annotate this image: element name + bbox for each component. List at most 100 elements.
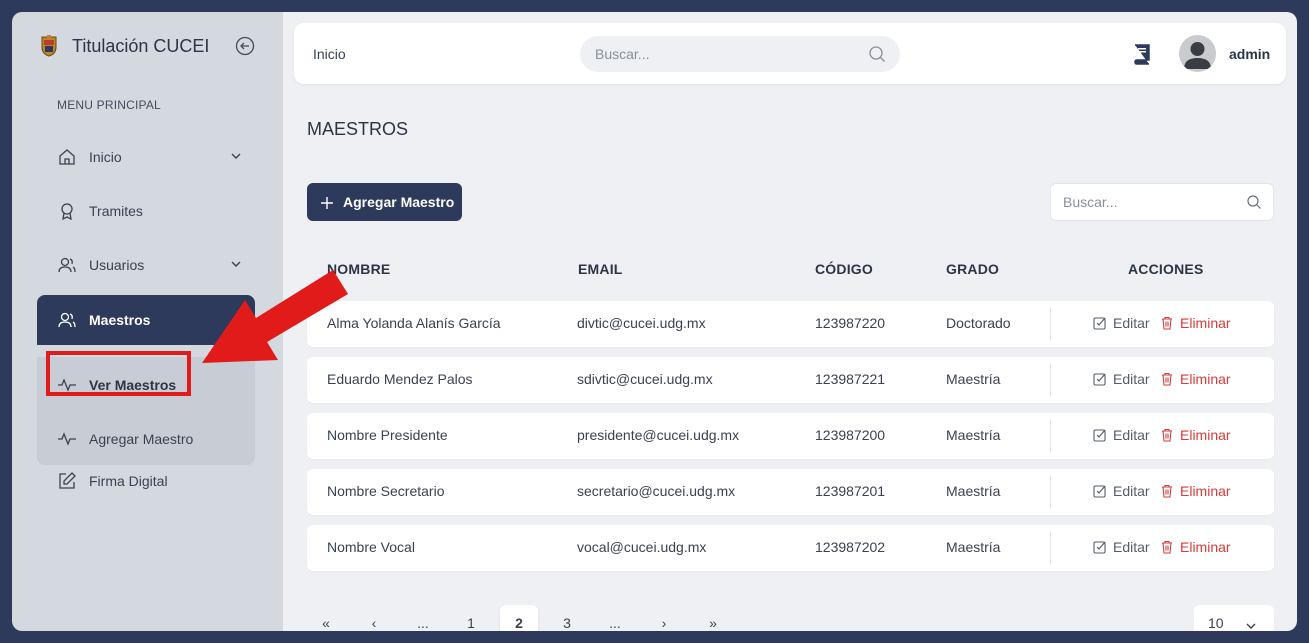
- edit-icon: [1093, 541, 1106, 554]
- trash-icon: [1162, 484, 1172, 498]
- trash-icon: [1162, 540, 1172, 554]
- edit-icon: [1093, 317, 1106, 330]
- ellipsis-left: ...: [417, 615, 429, 631]
- trash-icon: [1162, 372, 1172, 386]
- chevron-down-icon: [229, 149, 243, 163]
- cell-codigo: 123987221: [815, 371, 886, 387]
- book-icon[interactable]: [1132, 43, 1152, 65]
- add-maestro-label: Agregar Maestro: [343, 194, 455, 210]
- divider: [1050, 308, 1051, 340]
- divider: [1050, 476, 1051, 508]
- award-icon: [57, 201, 77, 221]
- cell-codigo: 123987202: [815, 539, 886, 555]
- page-title: MAESTROS: [307, 119, 409, 139]
- trash-icon: [1162, 316, 1172, 330]
- table-row: Alma Yolanda Alanís García divtic@cucei.…: [307, 301, 1274, 347]
- submenu-item-label: Agregar Maestro: [89, 431, 194, 447]
- ellipsis-right: ...: [609, 615, 621, 631]
- sidebar-item-label: Firma Digital: [89, 473, 168, 489]
- cell-grado: Maestría: [946, 371, 1001, 387]
- divider: [1050, 420, 1051, 452]
- brand[interactable]: Titulación CUCEI: [40, 35, 209, 57]
- table-search-input[interactable]: [1050, 183, 1274, 221]
- sidebar-item-tramites[interactable]: Tramites: [37, 186, 255, 236]
- column-header-codigo: CÓDIGO: [815, 261, 873, 277]
- chevron-down-icon: [1244, 619, 1258, 631]
- edit-icon: [1093, 485, 1106, 498]
- brand-title: Titulación CUCEI: [72, 35, 210, 56]
- users-icon: [57, 255, 77, 275]
- delete-button[interactable]: Eliminar: [1160, 427, 1231, 443]
- edit-button[interactable]: Editar: [1093, 539, 1150, 555]
- username[interactable]: admin: [1229, 46, 1270, 62]
- section-label: MENU PRINCIPAL: [57, 98, 161, 112]
- table-row: Nombre Secretario secretario@cucei.udg.m…: [307, 469, 1274, 515]
- cell-codigo: 123987201: [815, 483, 886, 499]
- table-row: Nombre Presidente presidente@cucei.udg.m…: [307, 413, 1274, 459]
- column-header-email: EMAIL: [578, 261, 623, 277]
- collapse-sidebar-icon[interactable]: [235, 36, 255, 56]
- delete-button[interactable]: Eliminar: [1160, 539, 1231, 555]
- edit-document-icon: [57, 471, 77, 491]
- search-icon[interactable]: [868, 45, 886, 63]
- add-maestro-button[interactable]: Agregar Maestro: [307, 183, 462, 221]
- home-icon: [57, 147, 77, 167]
- users-icon: [57, 310, 77, 330]
- prev-page-button[interactable]: ‹: [355, 605, 393, 631]
- trash-icon: [1162, 428, 1172, 442]
- sidebar-item-label: Inicio: [89, 149, 122, 165]
- main-content: Inicio admin MAESTROS Agregar Maestro NO…: [283, 12, 1297, 631]
- per-page-select[interactable]: 10: [1194, 605, 1274, 631]
- edit-button[interactable]: Editar: [1093, 427, 1150, 443]
- cell-email: secretario@cucei.udg.mx: [577, 483, 736, 499]
- page-button-3[interactable]: 3: [548, 605, 586, 631]
- search-icon[interactable]: [1246, 194, 1262, 210]
- cell-email: vocal@cucei.udg.mx: [577, 539, 707, 555]
- edit-icon: [1093, 429, 1106, 442]
- highlight-annotation-box: [46, 351, 191, 396]
- sidebar-item-firma-digital[interactable]: Firma Digital: [37, 456, 255, 506]
- global-search-input[interactable]: [580, 36, 900, 72]
- sidebar-item-inicio[interactable]: Inicio: [37, 132, 255, 182]
- table-row: Nombre Vocal vocal@cucei.udg.mx 12398720…: [307, 525, 1274, 571]
- edit-button[interactable]: Editar: [1093, 483, 1150, 499]
- cell-codigo: 123987220: [815, 315, 886, 331]
- topbar: Inicio admin: [294, 23, 1286, 84]
- plus-icon: [321, 196, 333, 209]
- cell-email: presidente@cucei.udg.mx: [577, 427, 740, 443]
- divider: [1050, 364, 1051, 396]
- cell-email: divtic@cucei.udg.mx: [577, 315, 706, 331]
- column-header-acciones: ACCIONES: [1128, 261, 1204, 277]
- edit-button[interactable]: Editar: [1093, 315, 1150, 331]
- sidebar-item-label: Tramites: [89, 203, 143, 219]
- divider: [1050, 532, 1051, 564]
- edit-button[interactable]: Editar: [1093, 371, 1150, 387]
- cell-grado: Doctorado: [946, 315, 1011, 331]
- cell-nombre: Nombre Vocal: [327, 539, 415, 555]
- submenu-item-agregar-maestro[interactable]: Agregar Maestro: [57, 419, 193, 459]
- delete-button[interactable]: Eliminar: [1160, 315, 1231, 331]
- delete-button[interactable]: Eliminar: [1160, 483, 1231, 499]
- cell-nombre: Nombre Secretario: [327, 483, 445, 499]
- next-page-button[interactable]: ›: [645, 605, 683, 631]
- cell-codigo: 123987200: [815, 427, 886, 443]
- edit-icon: [1093, 373, 1106, 386]
- cell-nombre: Nombre Presidente: [327, 427, 448, 443]
- sidebar-item-label: Maestros: [89, 312, 151, 328]
- cell-email: sdivtic@cucei.udg.mx: [577, 371, 713, 387]
- page-button-2[interactable]: 2: [500, 605, 538, 631]
- per-page-value: 10: [1208, 615, 1224, 631]
- delete-button[interactable]: Eliminar: [1160, 371, 1231, 387]
- cell-grado: Maestría: [946, 427, 1001, 443]
- column-header-grado: GRADO: [946, 261, 1000, 277]
- last-page-button[interactable]: »: [694, 605, 732, 631]
- table-row: Eduardo Mendez Palos sdivtic@cucei.udg.m…: [307, 357, 1274, 403]
- avatar[interactable]: [1179, 35, 1216, 72]
- sidebar-item-label: Usuarios: [89, 257, 145, 273]
- first-page-button[interactable]: «: [307, 605, 345, 631]
- university-logo-icon: [40, 35, 58, 57]
- cell-grado: Maestría: [946, 483, 1001, 499]
- activity-icon: [57, 429, 77, 449]
- page-button-1[interactable]: 1: [452, 605, 490, 631]
- breadcrumb[interactable]: Inicio: [313, 46, 346, 62]
